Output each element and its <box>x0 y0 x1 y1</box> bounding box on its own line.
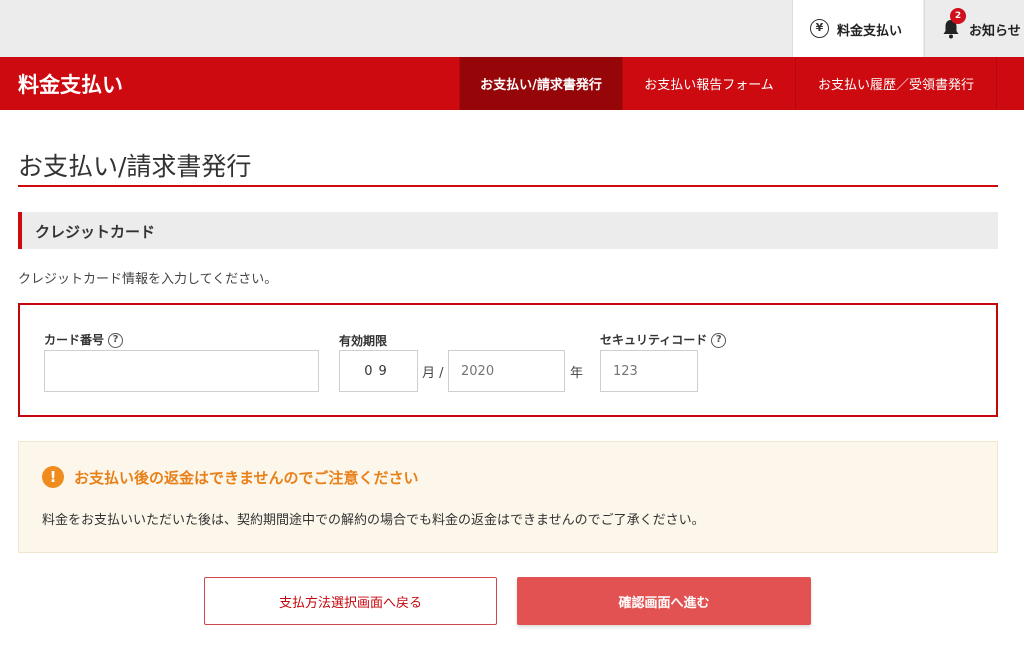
expiry-month-input[interactable] <box>339 350 418 392</box>
yen-icon: ¥ <box>810 19 829 38</box>
top-notifications-link[interactable]: 2 お知らせ <box>924 0 1024 57</box>
section-header: クレジットカード <box>18 212 998 249</box>
notice-title: お支払い後の返金はできませんのでご注意ください <box>74 469 419 487</box>
security-code-label-group: セキュリティコード? <box>600 331 727 348</box>
back-to-payment-method-button[interactable]: 支払方法選択画面へ戻る <box>204 577 497 625</box>
top-payment-label: 料金支払い <box>837 24 903 39</box>
main-nav-bar: 料金支払い お支払い/請求書発行 お支払い報告フォーム お支払い履歴／受領書発行 <box>0 57 1024 110</box>
card-number-input[interactable] <box>44 350 319 392</box>
top-utility-bar: ¥ 料金支払い 2 お知らせ <box>0 0 1024 57</box>
tab-payment-report-form[interactable]: お支払い報告フォーム <box>622 57 795 110</box>
section-title: クレジットカード <box>35 223 156 241</box>
notice-body: 料金をお支払いいただいた後は、契約期間途中での解約の場合でも料金の返金はできませ… <box>42 513 705 528</box>
month-unit: 月 / <box>422 366 444 381</box>
proceed-to-confirm-button[interactable]: 確認画面へ進む <box>517 577 811 625</box>
instruction-text: クレジットカード情報を入力してください。 <box>18 272 278 287</box>
expiry-year-input[interactable] <box>448 350 565 392</box>
refund-notice: ! お支払い後の返金はできませんのでご注意ください 料金をお支払いいただいた後は… <box>18 441 998 553</box>
tab-payment-history[interactable]: お支払い履歴／受領書発行 <box>795 57 997 110</box>
top-notifications-label: お知らせ <box>969 24 1021 39</box>
year-unit: 年 <box>570 366 584 381</box>
expiry-label: 有効期限 <box>339 334 388 348</box>
top-payment-link[interactable]: ¥ 料金支払い <box>792 0 923 57</box>
exclamation-icon: ! <box>42 466 64 488</box>
security-code-input[interactable] <box>600 350 698 392</box>
card-number-help-icon[interactable]: ? <box>108 333 124 348</box>
credit-card-form: カード番号? 有効期限 月 / 年 セキュリティコード? <box>18 303 998 417</box>
security-code-label: セキュリティコード <box>600 333 708 347</box>
title-divider <box>18 185 998 187</box>
nav-title: 料金支払い <box>18 73 123 97</box>
tab-payment-invoice[interactable]: お支払い/請求書発行 <box>459 57 622 110</box>
security-code-help-icon[interactable]: ? <box>711 333 727 348</box>
card-number-label-group: カード番号? <box>44 331 124 348</box>
card-number-label: カード番号 <box>44 333 105 347</box>
page-title: お支払い/請求書発行 <box>18 152 252 181</box>
notification-count-badge: 2 <box>950 8 966 24</box>
